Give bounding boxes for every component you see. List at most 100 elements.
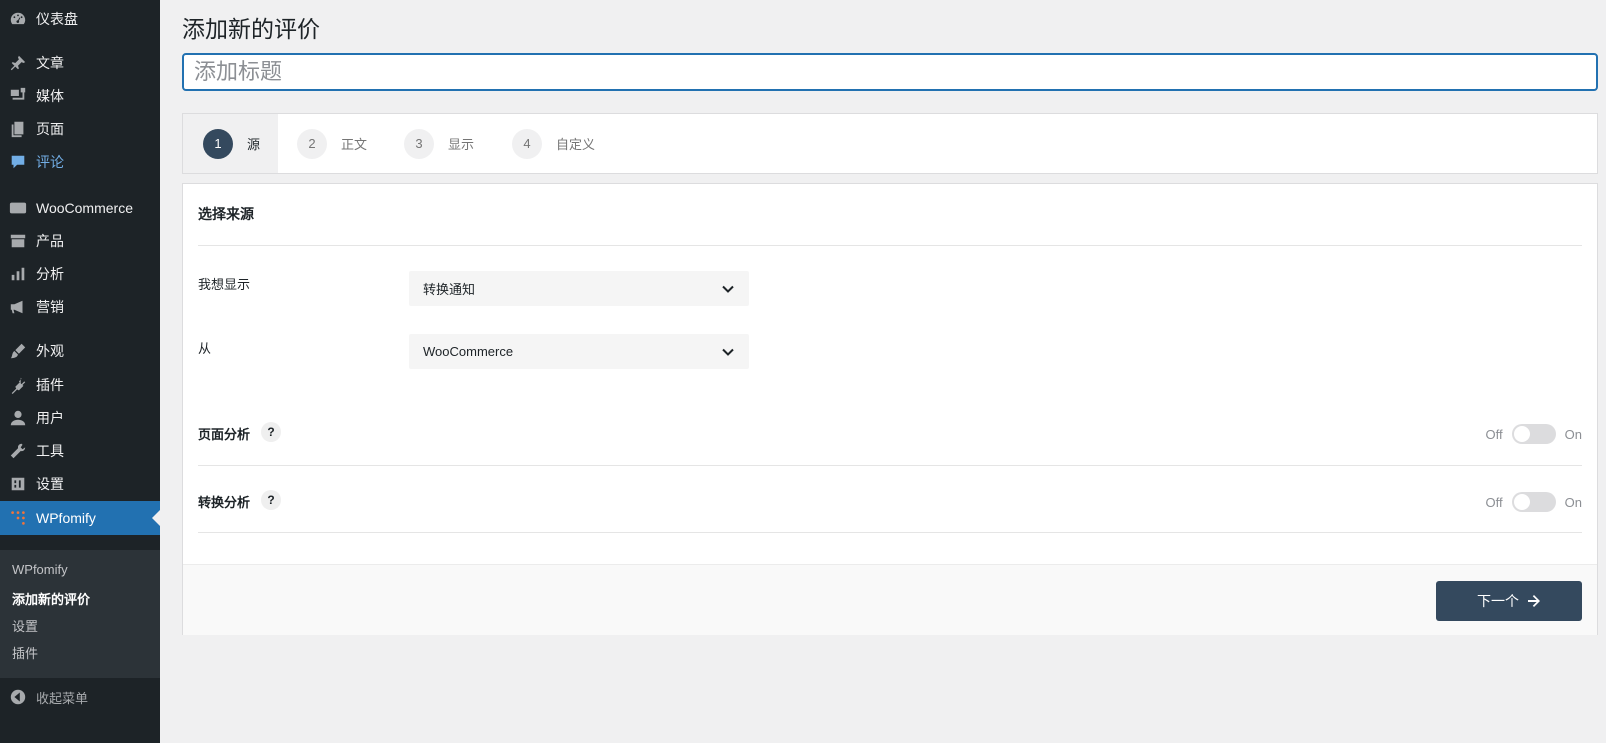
woo-icon [8, 198, 28, 218]
menu-item-settings[interactable]: 设置 [0, 467, 160, 501]
on-label: On [1564, 426, 1582, 442]
page-analytics-toggle-group: Off On [1486, 424, 1582, 444]
menu-item-wpfomify[interactable]: WPfomify [0, 501, 160, 535]
pages-icon [8, 119, 28, 139]
menu-label: 页面 [36, 121, 64, 137]
source-panel: 选择来源 我想显示 转换通知 从 WooCommerce 页面分析 ? Off … [182, 183, 1598, 635]
from-select[interactable]: WooCommerce [409, 334, 749, 369]
menu-label: 评论 [36, 154, 64, 170]
menu-label: 产品 [36, 233, 64, 249]
step-source[interactable]: 1 源 [183, 114, 279, 173]
plugin-icon [8, 375, 28, 395]
comments-icon [8, 152, 28, 172]
menu-item-analytics[interactable]: 分析 [0, 257, 160, 291]
menu-label: 媒体 [36, 88, 64, 104]
step-display[interactable]: 3 显示 [404, 114, 474, 173]
collapse-arrow-icon [8, 687, 28, 707]
panel-footer: 下一个 [183, 564, 1597, 635]
section-title: 选择来源 [198, 206, 254, 222]
pin-icon [8, 53, 28, 73]
menu-item-marketing[interactable]: 营销 [0, 290, 160, 324]
submenu-item-settings[interactable]: 设置 [12, 616, 38, 635]
menu-label: 工具 [36, 443, 64, 459]
show-select[interactable]: 转换通知 [409, 271, 749, 306]
step-number: 3 [404, 128, 434, 159]
menu-item-pages[interactable]: 页面 [0, 112, 160, 146]
step-label: 正文 [341, 137, 368, 152]
archive-icon [8, 231, 28, 251]
menu-item-users[interactable]: 用户 [0, 401, 160, 435]
on-label: On [1564, 494, 1582, 510]
menu-label: WPfomify [36, 510, 96, 526]
chevron-down-icon [721, 282, 735, 296]
menu-item-products[interactable]: 产品 [0, 224, 160, 258]
show-label: 我想显示 [198, 277, 251, 292]
next-button[interactable]: 下一个 [1436, 581, 1582, 621]
media-icon [8, 86, 28, 106]
collapse-menu-label: 收起菜单 [36, 690, 89, 706]
conversion-analytics-toggle-group: Off On [1486, 492, 1582, 512]
wpfomify-submenu: WPfomify 添加新的评价 设置 插件 [0, 550, 160, 678]
menu-item-posts[interactable]: 文章 [0, 46, 160, 80]
page-title: 添加新的评价 [182, 16, 320, 42]
from-label: 从 [198, 341, 212, 356]
conversion-analytics-toggle[interactable] [1511, 492, 1556, 512]
brush-icon [8, 341, 28, 361]
menu-label: 设置 [36, 476, 64, 492]
page-analytics-label: 页面分析 [198, 427, 251, 442]
toggle-knob [1513, 426, 1530, 442]
step-number: 4 [512, 128, 542, 159]
active-menu-arrow [152, 510, 160, 526]
step-number: 1 [203, 128, 233, 159]
menu-item-plugins[interactable]: 插件 [0, 368, 160, 402]
step-label: 源 [247, 137, 261, 152]
toggle-knob [1513, 494, 1530, 510]
menu-label: 插件 [36, 377, 64, 393]
title-input[interactable] [182, 53, 1598, 91]
admin-sidebar: 仪表盘 文章 媒体 页面 评论 WooCommerce 产品 分析 营销 外观 … [0, 0, 160, 743]
page-analytics-toggle[interactable] [1511, 424, 1556, 444]
menu-label: 外观 [36, 343, 64, 359]
step-content[interactable]: 2 正文 [297, 114, 367, 173]
menu-label: 用户 [36, 410, 64, 426]
menu-label: 分析 [36, 266, 64, 282]
menu-item-tools[interactable]: 工具 [0, 434, 160, 468]
next-button-label: 下一个 [1477, 593, 1519, 609]
menu-item-comments[interactable]: 评论 [0, 145, 160, 179]
collapse-menu-button[interactable]: 收起菜单 [0, 682, 160, 712]
menu-label: 文章 [36, 55, 64, 71]
step-label: 自定义 [556, 137, 596, 152]
menu-item-appearance[interactable]: 外观 [0, 334, 160, 368]
off-label: Off [1485, 494, 1503, 510]
submenu-item-plugins[interactable]: 插件 [12, 643, 38, 662]
step-number: 2 [297, 128, 327, 159]
off-label: Off [1485, 426, 1503, 442]
user-icon [8, 408, 28, 428]
show-select-value: 转换通知 [423, 282, 476, 297]
conversion-analytics-label: 转换分析 [198, 495, 251, 510]
menu-item-dashboard[interactable]: 仪表盘 [0, 2, 160, 36]
help-icon[interactable]: ? [261, 422, 281, 442]
from-select-value: WooCommerce [423, 344, 514, 359]
steps-bar: 1 源 2 正文 3 显示 4 自定义 [182, 113, 1598, 174]
menu-item-media[interactable]: 媒体 [0, 79, 160, 113]
arrow-right-icon [1528, 595, 1540, 607]
divider [198, 532, 1582, 533]
help-icon[interactable]: ? [261, 490, 281, 510]
chevron-down-icon [721, 345, 735, 359]
dashboard-icon [8, 9, 28, 29]
wpfomify-icon [8, 508, 28, 528]
menu-item-woocommerce[interactable]: WooCommerce [0, 191, 160, 225]
bar-chart-icon [8, 264, 28, 284]
wrench-icon [8, 441, 28, 461]
settings-icon [8, 474, 28, 494]
megaphone-icon [8, 297, 28, 317]
menu-label: WooCommerce [36, 200, 133, 216]
step-label: 显示 [448, 137, 475, 152]
divider [198, 465, 1582, 466]
submenu-item-add-new-review[interactable]: 添加新的评价 [12, 589, 90, 608]
submenu-item-wpfomify[interactable]: WPfomify [12, 562, 68, 577]
step-customize[interactable]: 4 自定义 [512, 114, 595, 173]
menu-label: 营销 [36, 299, 64, 315]
menu-label: 仪表盘 [36, 11, 78, 27]
